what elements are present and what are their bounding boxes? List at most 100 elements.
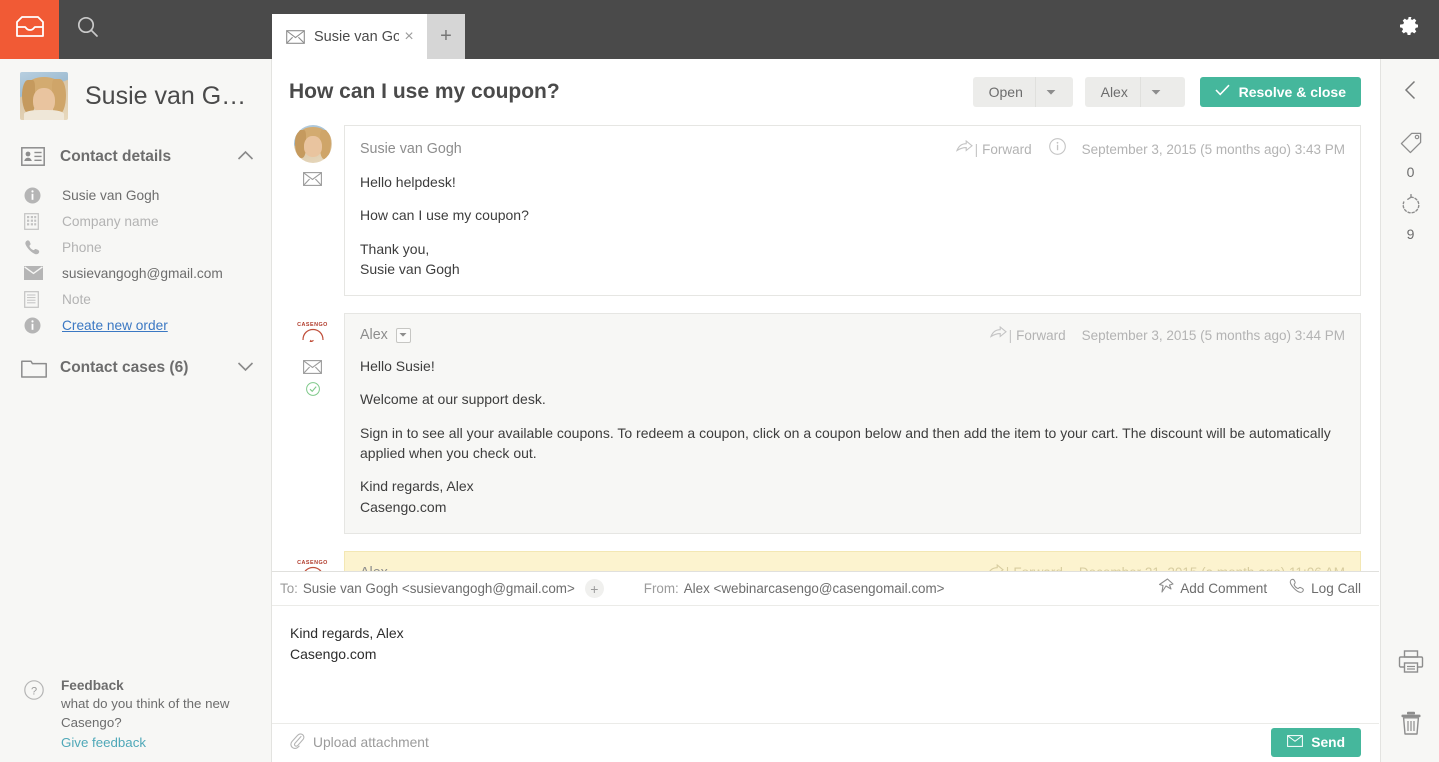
caret-down-icon <box>1141 89 1171 96</box>
check-icon <box>1215 83 1230 101</box>
log-call-button[interactable]: Log Call <box>1289 578 1361 599</box>
info-icon <box>24 187 54 204</box>
add-tab-button[interactable]: + <box>427 14 465 59</box>
svg-text:?: ? <box>31 686 37 698</box>
trash-icon <box>1400 711 1422 740</box>
to-field[interactable]: To: Susie van Gogh <susievangogh@gmail.c… <box>280 581 575 596</box>
feedback-panel: ? Feedback what do you think of the new … <box>0 664 272 762</box>
contact-name: Susie van G… <box>85 81 247 110</box>
section-title: Contact cases (6) <box>60 359 189 376</box>
status-dropdown-label: Open <box>988 84 1023 100</box>
message-paragraph: Hello Susie! <box>360 358 435 375</box>
page-title: How can I use my coupon? <box>289 80 560 103</box>
assignee-dropdown[interactable]: Alex <box>1084 77 1185 107</box>
message-item: CASENGO Alex | Forward September 3, 2015… <box>272 313 1379 534</box>
contact-card-icon <box>21 147 49 166</box>
resolve-and-close-button[interactable]: Resolve & close <box>1199 77 1361 107</box>
settings-button[interactable] <box>1380 0 1439 59</box>
message-paragraph: Sign in to see all your available coupon… <box>360 424 1331 462</box>
history-button[interactable]: 9 <box>1381 187 1439 249</box>
chevron-up-icon[interactable] <box>237 148 254 166</box>
send-label: Send <box>1311 735 1345 750</box>
close-icon[interactable]: × <box>399 28 419 46</box>
section-contact-details[interactable]: Contact details <box>0 133 271 180</box>
detail-row-create-order[interactable]: Create new order <box>0 312 271 338</box>
to-label: To: <box>280 581 298 596</box>
folder-icon <box>21 358 49 378</box>
gear-icon <box>1398 15 1422 44</box>
forward-button[interactable]: | Forward <box>955 139 1032 158</box>
delete-button[interactable] <box>1381 700 1439 750</box>
forward-arrow-icon <box>989 326 1007 344</box>
upload-attachment-button[interactable]: Upload attachment <box>290 732 429 754</box>
message-paragraph: Welcome at our support desk. <box>360 391 546 408</box>
section-contact-cases[interactable]: Contact cases (6) <box>0 344 271 392</box>
note-icon <box>24 290 54 308</box>
detail-text: Company name <box>62 213 159 229</box>
message-body: Alex | Forward September 3, 2015 (5 mont… <box>344 313 1361 534</box>
chevron-left-icon <box>1404 80 1417 105</box>
add-comment-button[interactable]: Add Comment <box>1158 578 1267 599</box>
section-title: Contact details <box>60 147 172 165</box>
message-timestamp: September 3, 2015 (5 months ago) 3:43 PM <box>1081 141 1345 157</box>
case-header: How can I use my coupon? Open Alex Resol… <box>272 59 1379 125</box>
message-thread[interactable]: Susie van Gogh | Forward September 3, 20… <box>272 125 1379 630</box>
tab-susie-van-gogh[interactable]: Susie van Gog × <box>272 14 427 59</box>
log-call-label: Log Call <box>1311 581 1361 596</box>
send-button[interactable]: Send <box>1271 728 1361 757</box>
sender-caret-down-icon[interactable] <box>395 327 411 343</box>
add-recipient-button[interactable]: + <box>584 579 604 598</box>
search-icon <box>76 15 100 44</box>
message-text: Hello helpdesk! How can I use my coupon?… <box>360 172 1345 279</box>
detail-row-name[interactable]: Susie van Gogh <box>0 182 271 208</box>
avatar: CASENGO <box>293 313 332 352</box>
avatar <box>20 72 68 120</box>
detail-row-company[interactable]: Company name <box>0 208 271 234</box>
envelope-icon <box>24 266 54 280</box>
inbox-logo-button[interactable] <box>0 0 59 59</box>
contact-header[interactable]: Susie van G… <box>0 59 271 133</box>
question-icon: ? <box>24 678 52 750</box>
history-icon <box>1400 193 1422 221</box>
info-circle-icon[interactable] <box>1048 138 1066 160</box>
main-panel: How can I use my coupon? Open Alex Resol… <box>272 59 1379 762</box>
collapse-panel-button[interactable] <box>1381 59 1439 125</box>
feedback-title: Feedback <box>61 678 124 694</box>
message-sender: Susie van Gogh <box>360 141 462 157</box>
message-paragraph: Hello helpdesk! <box>360 174 456 190</box>
tags-button[interactable]: 0 <box>1381 125 1439 187</box>
to-value: Susie van Gogh <susievangogh@gmail.com> <box>302 581 575 596</box>
status-dropdown[interactable]: Open <box>972 77 1073 107</box>
reply-textarea[interactable]: Kind regards, Alex Casengo.com <box>272 606 1379 723</box>
resolve-label: Resolve & close <box>1238 84 1346 100</box>
message-header: Susie van Gogh | Forward September 3, 20… <box>360 138 1345 160</box>
forward-separator: | <box>1008 327 1013 343</box>
message-meta: | Forward September 3, 2015 (5 months ag… <box>989 326 1345 344</box>
from-field[interactable]: From: Alex <webinarcasengo@casengomail.c… <box>644 581 945 596</box>
composer-actions: Add Comment Log Call <box>1136 578 1361 599</box>
top-bar: Susie van Gog × + <box>0 0 1439 59</box>
right-rail: 0 9 <box>1380 59 1439 762</box>
forward-label: Forward <box>982 141 1032 157</box>
envelope-icon <box>303 360 322 379</box>
detail-row-note[interactable]: Note <box>0 286 271 312</box>
forward-arrow-icon <box>955 139 973 158</box>
create-new-order-link[interactable]: Create new order <box>62 318 168 333</box>
chevron-down-icon[interactable] <box>237 359 254 377</box>
detail-row-email[interactable]: susievangogh@gmail.com <box>0 260 271 286</box>
history-count: 9 <box>1406 226 1415 242</box>
detail-row-phone[interactable]: Phone <box>0 234 271 260</box>
app-root: Susie van Gog × + Susie van G… <box>0 0 1439 762</box>
paperclip-icon <box>290 732 305 754</box>
comment-pin-icon <box>1158 578 1174 599</box>
check-circle-icon <box>305 382 320 401</box>
add-comment-label: Add Comment <box>1180 581 1268 596</box>
contact-detail-list: Susie van Gogh Company name Phone susiev… <box>0 180 271 344</box>
from-value: Alex <webinarcasengo@casengomail.com> <box>683 581 945 596</box>
print-button[interactable] <box>1381 639 1439 689</box>
search-button[interactable] <box>59 0 117 59</box>
message-paragraph: Kind regards, Alex Casengo.com <box>360 478 474 515</box>
forward-button[interactable]: | Forward <box>989 326 1066 344</box>
give-feedback-link[interactable]: Give feedback <box>61 735 231 750</box>
phone-icon <box>1289 578 1305 599</box>
